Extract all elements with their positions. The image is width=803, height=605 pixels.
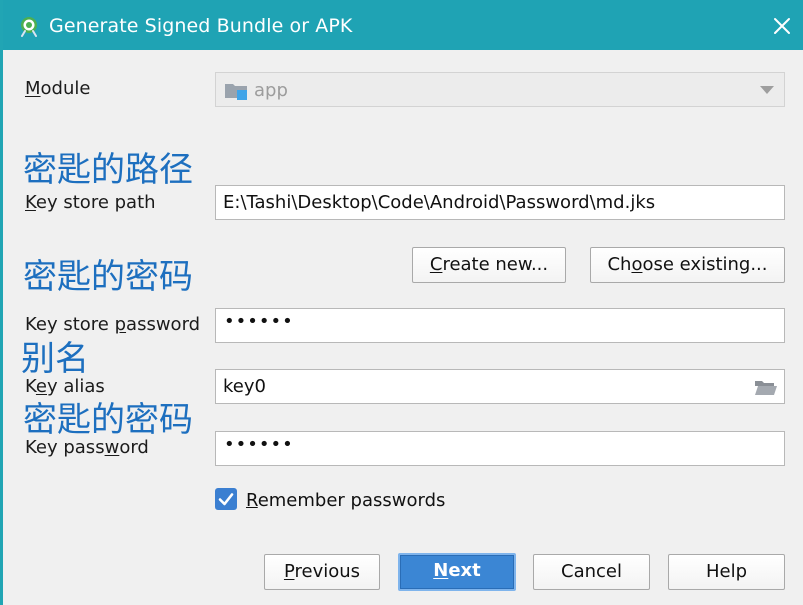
module-folder-icon (225, 84, 247, 100)
key-password-value: •••••• (224, 434, 294, 455)
key-alias-value: key0 (223, 376, 266, 397)
chevron-down-icon[interactable] (760, 86, 774, 94)
module-select[interactable]: app (215, 72, 785, 107)
key-store-path-label: Key store path (25, 192, 156, 213)
annotation-key-password: 密匙的密码 (23, 400, 193, 440)
signed-apk-dialog: Generate Signed Bundle or APK Module app… (0, 0, 803, 605)
key-store-path-value: E:\Tashi\Desktop\Code\Android\Password\m… (223, 192, 656, 213)
title-bar: Generate Signed Bundle or APK (3, 0, 803, 50)
previous-button[interactable]: Previous (264, 554, 380, 590)
create-new-button[interactable]: Create new... (412, 247, 566, 283)
dialog-body: Module app 密匙的路径 Key store path E:\Tashi… (3, 50, 803, 605)
checkmark-icon (218, 493, 234, 506)
next-button[interactable]: Next (398, 553, 516, 591)
key-alias-input[interactable]: key0 (215, 369, 785, 404)
folder-open-icon[interactable] (754, 378, 778, 398)
key-password-input[interactable]: •••••• (215, 431, 785, 466)
annotation-key-store-password: 密匙的密码 (23, 257, 193, 297)
module-label: Module (25, 78, 91, 99)
key-password-label: Key password (25, 437, 149, 458)
choose-existing-button[interactable]: Choose existing... (590, 247, 785, 283)
cancel-button[interactable]: Cancel (533, 554, 650, 590)
help-button[interactable]: Help (668, 554, 785, 590)
key-store-password-input[interactable]: •••••• (215, 308, 785, 343)
module-value: app (254, 80, 288, 101)
key-store-password-label: Key store password (25, 314, 201, 335)
remember-passwords-checkbox[interactable] (215, 488, 237, 510)
android-studio-icon (21, 17, 37, 37)
remember-passwords-label[interactable]: Remember passwords (246, 490, 445, 511)
dialog-title: Generate Signed Bundle or APK (49, 15, 353, 37)
key-store-password-value: •••••• (224, 311, 294, 332)
key-store-path-input[interactable]: E:\Tashi\Desktop\Code\Android\Password\m… (215, 185, 785, 220)
key-alias-label: Key alias (25, 376, 105, 397)
annotation-alias: 别名 (21, 339, 89, 379)
annotation-key-store-path: 密匙的路径 (23, 150, 193, 190)
close-icon[interactable] (765, 10, 799, 42)
